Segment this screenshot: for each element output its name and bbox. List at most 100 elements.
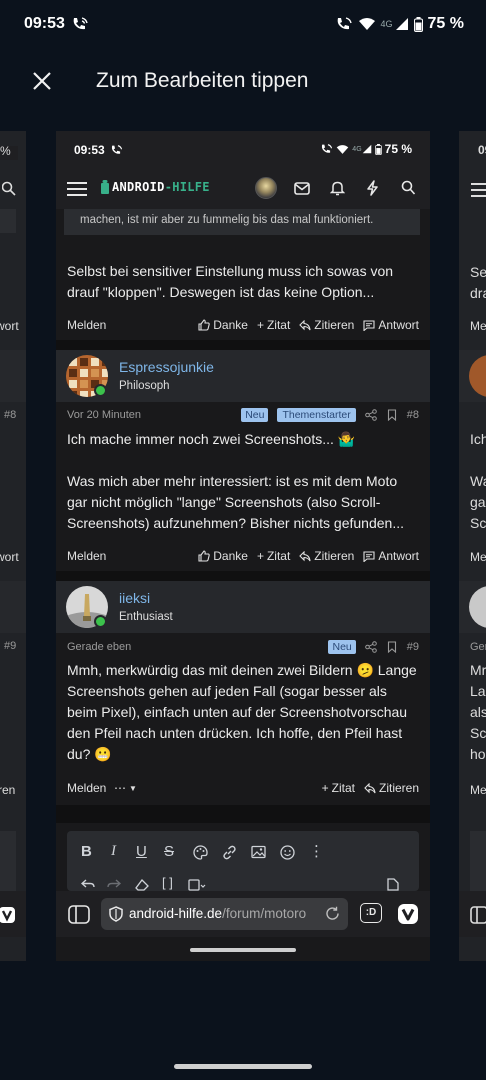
fragment: Se: [470, 264, 486, 280]
post-number[interactable]: #8: [407, 409, 419, 421]
cite-label: Zitieren: [314, 318, 355, 332]
more-vertical-icon[interactable]: ⋮: [309, 842, 324, 860]
tab-switcher-icon: [470, 906, 486, 924]
quote-label: Zitat: [266, 318, 291, 332]
panel-icon[interactable]: [68, 905, 90, 924]
new-badge: Neu: [328, 640, 356, 654]
online-indicator: [94, 384, 107, 397]
hamburger-menu-icon[interactable]: [67, 181, 87, 197]
fragment: wort: [0, 550, 19, 564]
card-status-bar: 09:53 4G 75 %: [56, 131, 430, 169]
url-host: android-hilfe.de: [129, 906, 223, 921]
bookmark-icon[interactable]: [386, 409, 398, 421]
attachment-icon[interactable]: [386, 878, 400, 891]
answer-button[interactable]: Antwort: [363, 549, 419, 563]
browser-address-bar: android-hilfe.de/forum/motoro :D: [56, 891, 430, 937]
reply-editor[interactable]: B I U S ⋮ [ ]: [67, 831, 419, 891]
cite-label: Zitieren: [378, 781, 419, 795]
shield-icon: [109, 906, 123, 922]
signal-icon: [362, 144, 371, 154]
url-path: /forum/motoro: [222, 906, 307, 921]
search-icon[interactable]: [401, 180, 416, 196]
cite-button[interactable]: Zitieren: [299, 549, 354, 563]
close-button[interactable]: [30, 69, 54, 93]
mail-icon[interactable]: [294, 182, 310, 195]
quote-button[interactable]: + Zitat: [257, 318, 290, 332]
image-icon[interactable]: [251, 845, 266, 859]
report-link[interactable]: Melden: [67, 549, 106, 563]
quote-button[interactable]: + Zitat: [257, 549, 290, 563]
share-icon[interactable]: [364, 641, 377, 653]
previous-tab-card[interactable]: % wort #8 wort #9 ren: [0, 131, 26, 961]
network-type: 4G: [380, 19, 393, 29]
home-indicator[interactable]: [174, 1064, 312, 1069]
fragment: ren: [0, 783, 16, 797]
wifi-icon: [337, 144, 349, 154]
thumbs-up-icon: [198, 550, 210, 562]
cite-button[interactable]: Zitieren: [299, 318, 354, 332]
report-link[interactable]: Melden: [67, 781, 106, 795]
underline-icon[interactable]: U: [136, 843, 147, 860]
next-tab-card[interactable]: 09 Se dra Me Ich Wa ga Sc Me Ger Mr La a…: [459, 131, 486, 961]
site-logo[interactable]: ANDROID -HILFE: [101, 180, 210, 194]
tab-counter-button[interactable]: :D: [360, 903, 382, 923]
cite-label: Zitieren: [314, 549, 355, 563]
report-link[interactable]: Melden: [67, 318, 106, 332]
fragment: Ger: [470, 641, 486, 653]
reload-icon[interactable]: [325, 906, 340, 921]
post-meta: Gerade eben Neu #9: [67, 640, 419, 656]
gesture-handle: [190, 948, 296, 952]
post-actions: Melden Danke + Zitat Zitieren Antwort: [67, 318, 419, 334]
network-type: 4G: [352, 145, 362, 153]
share-icon[interactable]: [364, 409, 377, 421]
quote-label: Zitat: [266, 549, 291, 563]
fragment: wort: [0, 319, 19, 333]
more-menu-button[interactable]: ⋯ ▼: [114, 781, 137, 795]
username[interactable]: Espressojunkie: [119, 359, 214, 375]
answer-label: Antwort: [378, 318, 419, 332]
avatar[interactable]: [255, 177, 277, 199]
bold-icon[interactable]: B: [81, 843, 92, 860]
palette-icon[interactable]: [193, 845, 208, 860]
battery-level: 75 %: [384, 142, 412, 156]
android-logo-icon: [101, 180, 109, 194]
logo-text-accent: -HILFE: [164, 180, 210, 194]
vivaldi-menu-icon[interactable]: [397, 903, 419, 925]
post-text: Was mich aber mehr interessiert: ist es …: [67, 473, 404, 531]
save-draft-icon[interactable]: [188, 879, 206, 891]
vivaldi-icon: [0, 907, 15, 923]
user-role: Philosoph: [119, 380, 170, 392]
url-field[interactable]: android-hilfe.de/forum/motoro: [101, 898, 348, 930]
thumbs-up-icon: [198, 319, 210, 331]
current-tab-card[interactable]: 09:53 4G 75 % ANDROID -HILFE machen, ist …: [56, 131, 430, 961]
answer-label: Antwort: [378, 549, 419, 563]
fragment: La: [470, 683, 486, 699]
quote-button[interactable]: + Zitat: [322, 781, 355, 795]
fragment: %: [0, 144, 11, 158]
fragment: #9: [4, 640, 17, 652]
post-author-bar: Espressojunkie Philosoph: [56, 350, 430, 402]
like-button[interactable]: Danke: [198, 318, 248, 332]
italic-icon[interactable]: I: [111, 843, 116, 860]
smiley-icon[interactable]: [280, 845, 295, 860]
cite-button[interactable]: Zitieren: [364, 781, 419, 795]
redo-icon[interactable]: [107, 879, 121, 891]
bookmark-icon[interactable]: [386, 641, 398, 653]
fragment: ga: [470, 494, 486, 510]
search-icon: [2, 181, 16, 196]
username[interactable]: iieksi: [119, 590, 150, 606]
site-navbar: ANDROID -HILFE: [56, 169, 430, 209]
bell-icon[interactable]: [330, 180, 345, 196]
strikethrough-icon[interactable]: S: [164, 843, 174, 860]
like-button[interactable]: Danke: [198, 549, 248, 563]
lightning-icon[interactable]: [366, 180, 379, 196]
post-number[interactable]: #9: [407, 641, 419, 653]
answer-button[interactable]: Antwort: [363, 318, 419, 332]
link-icon[interactable]: [222, 845, 237, 860]
logo-text: ANDROID: [112, 180, 165, 194]
post-divider: [56, 340, 430, 350]
undo-icon[interactable]: [81, 879, 95, 891]
eraser-icon[interactable]: [135, 879, 149, 891]
close-icon: [33, 72, 51, 90]
code-bracket-icon[interactable]: [ ]: [162, 875, 173, 890]
